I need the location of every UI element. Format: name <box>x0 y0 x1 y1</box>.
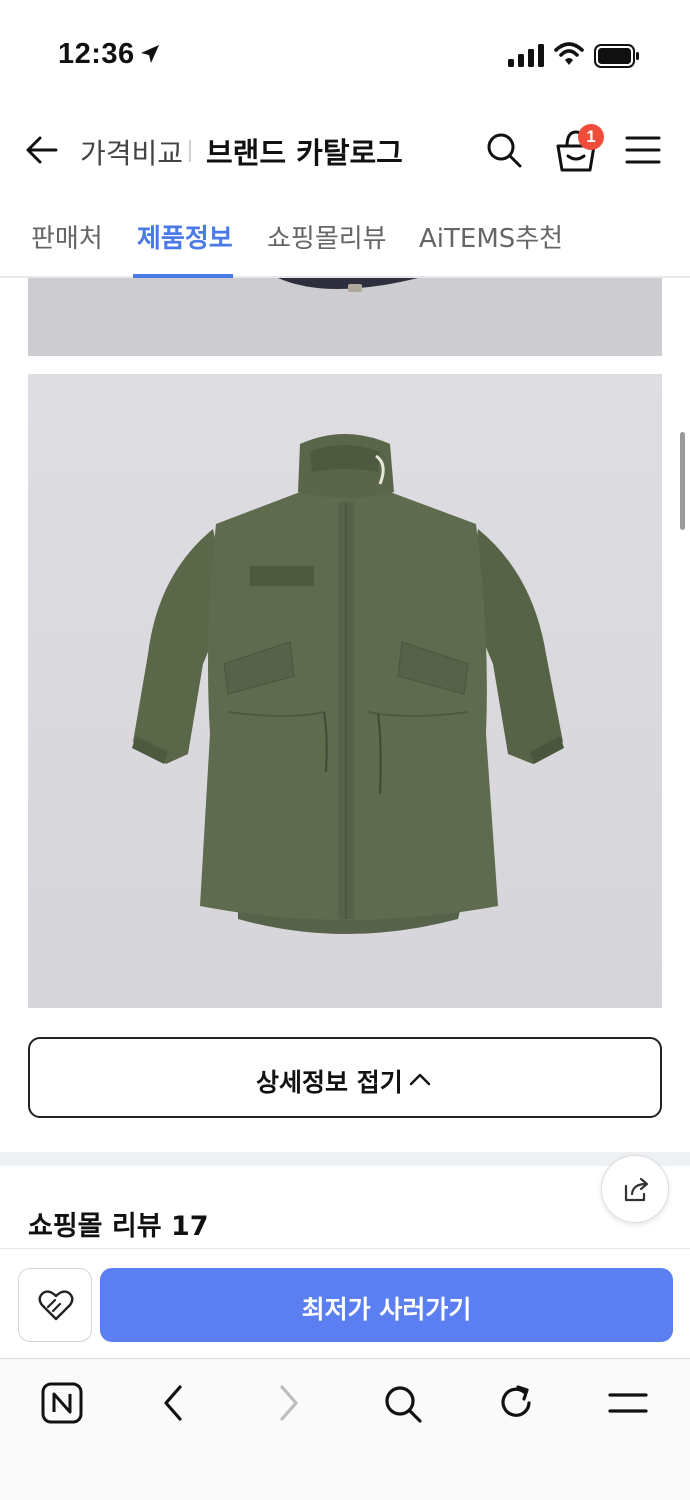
status-time: 12:36 <box>58 38 135 70</box>
purchase-bar: 최저가 사러가기 <box>0 1248 690 1358</box>
cart-count-badge: 1 <box>578 124 604 150</box>
menu-icon[interactable] <box>606 1381 650 1425</box>
scroll-indicator[interactable] <box>680 432 685 530</box>
search-icon[interactable] <box>380 1381 424 1425</box>
breadcrumb-price-compare[interactable]: 가격비교 <box>80 132 183 172</box>
share-button[interactable] <box>601 1155 669 1223</box>
tab-bar: 판매처 제품정보 쇼핑몰리뷰 AiTEMS추천 <box>0 192 690 278</box>
search-icon[interactable] <box>484 130 524 170</box>
product-detail-image-previous <box>28 278 662 356</box>
arrow-left-icon[interactable] <box>22 130 62 170</box>
top-navigation: 가격비교 브랜드 카탈로그 <box>0 110 690 192</box>
wifi-icon <box>554 42 584 65</box>
buy-lowest-price-label: 최저가 사러가기 <box>301 1295 472 1324</box>
reload-icon[interactable] <box>494 1381 538 1425</box>
chevron-right-icon[interactable] <box>266 1381 310 1425</box>
breadcrumb-divider <box>189 140 191 162</box>
mall-reviews-heading: 쇼핑몰 리뷰 17 <box>28 1211 209 1242</box>
collapse-details-button[interactable]: 상세정보 접기 <box>28 1037 662 1118</box>
browser-toolbar <box>0 1358 690 1500</box>
section-divider <box>0 1152 690 1166</box>
chevron-left-icon[interactable] <box>152 1381 196 1425</box>
battery-icon <box>594 44 639 68</box>
naver-n-icon[interactable] <box>40 1381 84 1425</box>
share-icon <box>624 1177 649 1202</box>
tab-mall-reviews[interactable]: 쇼핑몰리뷰 <box>267 218 387 255</box>
collapse-details-label: 상세정보 접기 <box>256 1068 403 1097</box>
tab-aitems-recommend[interactable]: AiTEMS추천 <box>419 218 563 255</box>
status-bar: 12:36 <box>0 0 690 110</box>
wishlist-button[interactable] <box>18 1268 92 1342</box>
location-arrow-icon <box>141 45 159 63</box>
chevron-up-icon <box>409 1073 431 1086</box>
tab-sellers[interactable]: 판매처 <box>31 218 103 255</box>
heart-icon <box>38 1290 74 1321</box>
cellular-signal-icon <box>508 44 544 67</box>
product-detail-image-jacket <box>28 374 662 1008</box>
buy-lowest-price-button[interactable]: 최저가 사러가기 <box>100 1268 673 1342</box>
hamburger-icon[interactable] <box>624 132 662 168</box>
tab-product-info[interactable]: 제품정보 <box>137 218 233 255</box>
page-title: 브랜드 카탈로그 <box>206 136 403 170</box>
